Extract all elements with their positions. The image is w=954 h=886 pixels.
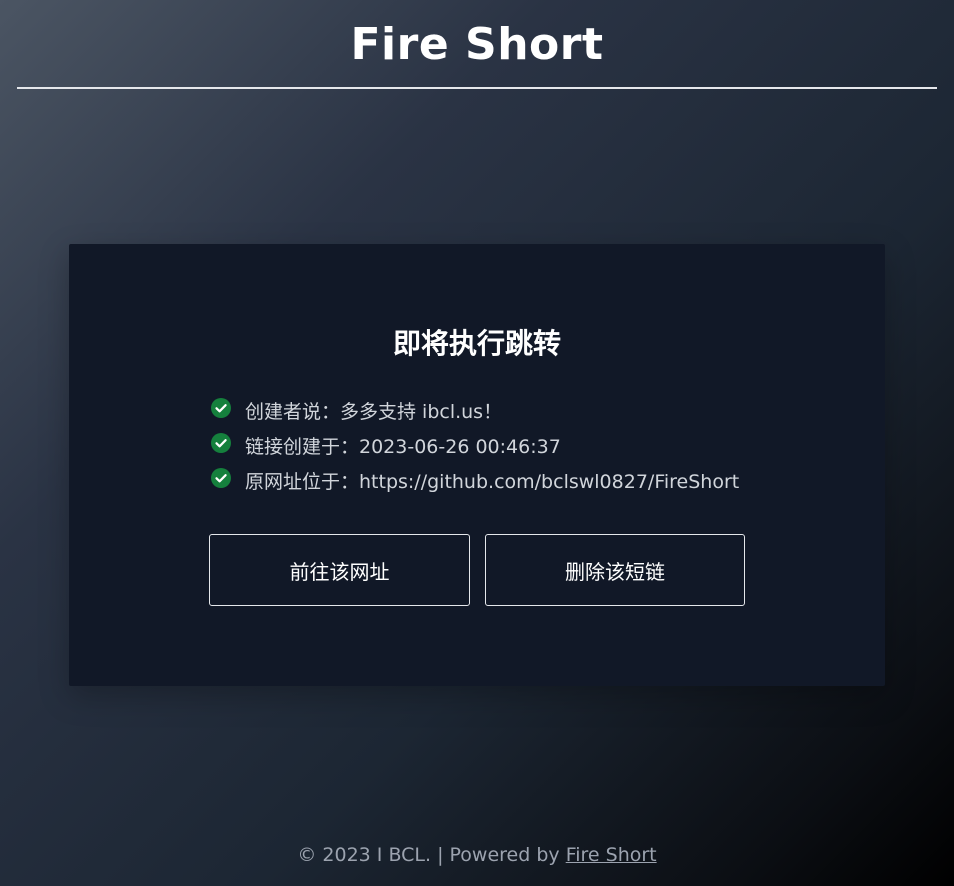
footer-fire-short-link[interactable]: Fire Short [566, 844, 657, 866]
info-text: 原网址位于：https://github.com/bclswl0827/Fire… [245, 471, 740, 493]
info-text: 创建者说：多多支持 ibcl.us！ [245, 401, 503, 423]
footer-copyright: © 2023 I BCL. | Powered by [297, 844, 566, 866]
info-text: 链接创建于：2023-06-26 00:46:37 [245, 436, 561, 458]
info-item-original-url: 原网址位于：https://github.com/bclswl0827/Fire… [211, 463, 739, 498]
delete-short-link-button[interactable]: 删除该短链 [485, 534, 745, 606]
action-buttons: 前往该网址 删除该短链 [209, 534, 745, 606]
info-item-created-at: 链接创建于：2023-06-26 00:46:37 [211, 428, 739, 463]
info-list: 创建者说：多多支持 ibcl.us！ 链接创建于：2023-06-26 00:4… [211, 393, 739, 498]
redirect-card: 即将执行跳转 创建者说：多多支持 ibcl.us！ 链接创建于：2023-06-… [69, 244, 885, 686]
visit-url-button[interactable]: 前往该网址 [209, 534, 470, 606]
card-title: 即将执行跳转 [392, 327, 561, 360]
check-circle-icon [211, 432, 231, 453]
site-header: Fire Short [17, 0, 937, 89]
site-footer: © 2023 I BCL. | Powered by Fire Short [0, 842, 954, 868]
check-circle-icon [211, 397, 231, 418]
info-item-creator-message: 创建者说：多多支持 ibcl.us！ [211, 393, 739, 428]
site-title: Fire Short [350, 19, 604, 70]
check-circle-icon [211, 467, 231, 488]
